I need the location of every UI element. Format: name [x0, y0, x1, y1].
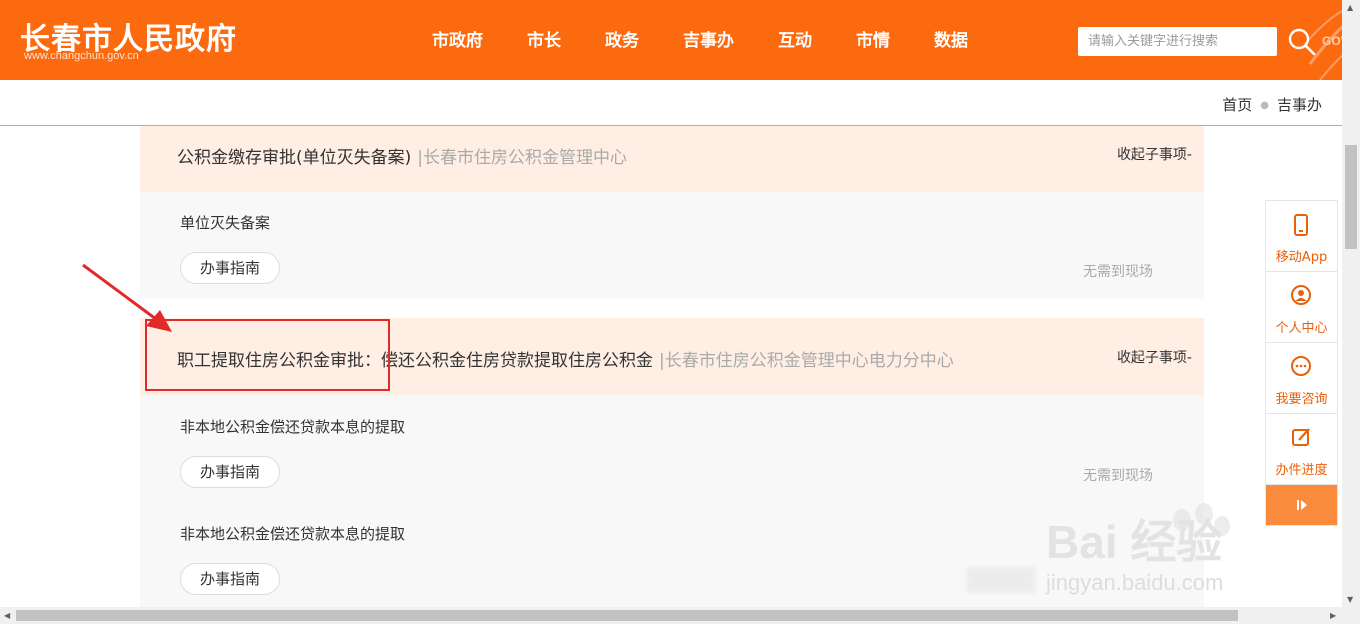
- category-title: 公积金缴存审批(单位灭失备案) |长春市住房公积金管理中心: [177, 143, 627, 168]
- blurred-region: [966, 567, 1036, 593]
- scroll-up-icon[interactable]: ▲: [1347, 3, 1353, 12]
- sidebar-item-mobile-app[interactable]: 移动App: [1266, 201, 1337, 272]
- sidebar-item-label: 办件进度: [1275, 463, 1328, 478]
- search-input[interactable]: [1078, 27, 1277, 56]
- breadcrumb-separator: ●: [1260, 100, 1269, 111]
- site-url: www.changchun.gov.cn: [24, 50, 139, 62]
- scroll-left-icon[interactable]: ◀: [4, 611, 10, 620]
- nav-item-city-info[interactable]: 市情: [834, 0, 912, 80]
- no-visit-required-tag: 无需到现场: [1083, 264, 1153, 280]
- nav-item-interaction[interactable]: 互动: [756, 0, 834, 80]
- play-icon: [1297, 500, 1307, 510]
- category-gap: [140, 299, 1204, 318]
- category-header[interactable]: 职工提取住房公积金审批：偿还公积金住房贷款提取住房公积金 |长春市住房公积金管理中…: [140, 318, 1204, 395]
- category-header[interactable]: 公积金缴存审批(单位灭失备案) |长春市住房公积金管理中心 收起子事项-: [140, 126, 1204, 192]
- list-item: [140, 192, 1204, 299]
- sidebar-item-label: 移动App: [1275, 250, 1328, 265]
- sidebar-toggle-button[interactable]: [1266, 485, 1337, 525]
- subitem-title[interactable]: 非本地公积金偿还贷款本息的提取: [180, 416, 405, 437]
- sidebar-item-consult[interactable]: 我要咨询: [1266, 343, 1337, 414]
- nav-item-data[interactable]: 数据: [912, 0, 990, 80]
- horizontal-scroll-thumb[interactable]: [16, 610, 1238, 621]
- user-icon: [1291, 285, 1311, 305]
- subitem-title[interactable]: 非本地公积金偿还贷款本息的提取: [180, 523, 405, 544]
- sidebar-item-progress[interactable]: 办件进度: [1266, 414, 1337, 485]
- edit-icon: [1292, 428, 1310, 446]
- collapse-subitems-button[interactable]: 收起子事项-: [1117, 347, 1192, 367]
- nav-item-city-government[interactable]: 市政府: [410, 0, 505, 80]
- horizontal-scrollbar[interactable]: ◀ ▶: [0, 607, 1360, 624]
- sidebar-item-personal-center[interactable]: 个人中心: [1266, 272, 1337, 343]
- vertical-scrollbar[interactable]: ▲ ▼: [1342, 0, 1360, 607]
- gov-mark: GOV: [1322, 34, 1342, 48]
- scroll-right-icon[interactable]: ▶: [1330, 611, 1336, 620]
- no-visit-required-tag: 无需到现场: [1083, 468, 1153, 484]
- category-department: |长春市住房公积金管理中心电力分中心: [659, 351, 954, 371]
- category-department: |长春市住房公积金管理中心: [417, 148, 627, 168]
- sidebar-item-label: 个人中心: [1275, 321, 1328, 336]
- phone-icon: [1294, 214, 1308, 236]
- service-guide-button[interactable]: 办事指南: [180, 252, 280, 284]
- service-guide-button[interactable]: 办事指南: [180, 456, 280, 488]
- nav-item-mayor[interactable]: 市长: [505, 0, 583, 80]
- floating-sidebar: 移动App 个人中心 我要咨询 办件进度: [1265, 200, 1338, 526]
- nav-item-government-affairs[interactable]: 政务: [583, 0, 661, 80]
- collapse-subitems-button[interactable]: 收起子事项-: [1117, 144, 1192, 164]
- category-name: 公积金缴存审批(单位灭失备案): [177, 148, 412, 168]
- category-name: 职工提取住房公积金审批：偿还公积金住房贷款提取住房公积金: [177, 351, 653, 371]
- service-list: 公积金缴存审批(单位灭失备案) |长春市住房公积金管理中心 收起子事项-: [140, 126, 1204, 299]
- chat-icon: [1291, 356, 1311, 376]
- breadcrumb-home-link[interactable]: 首页: [1222, 96, 1252, 114]
- vertical-scroll-thumb[interactable]: [1345, 145, 1357, 249]
- subitem-title[interactable]: 单位灭失备案: [180, 212, 270, 233]
- sidebar-item-label: 我要咨询: [1275, 392, 1328, 407]
- service-guide-button[interactable]: 办事指南: [180, 563, 280, 595]
- site-header: 长春市人民政府 www.changchun.gov.cn 市政府 市长 政务 吉…: [0, 0, 1342, 80]
- breadcrumb: 首页 ● 吉事办: [1222, 94, 1322, 115]
- main-nav: 市政府 市长 政务 吉事办 互动 市情 数据: [410, 0, 990, 80]
- breadcrumb-bar: 首页 ● 吉事办: [0, 80, 1342, 126]
- annotation-arrow-icon: [82, 263, 172, 332]
- nav-item-jishiban[interactable]: 吉事办: [661, 0, 756, 80]
- scroll-down-icon[interactable]: ▼: [1347, 595, 1353, 604]
- category-title: 职工提取住房公积金审批：偿还公积金住房贷款提取住房公积金 |长春市住房公积金管理中…: [177, 346, 954, 371]
- breadcrumb-current-link[interactable]: 吉事办: [1277, 96, 1322, 114]
- category-2-items: 非本地公积金偿还贷款本息的提取 办事指南 无需到现场 非本地公积金偿还贷款本息的…: [140, 395, 1204, 607]
